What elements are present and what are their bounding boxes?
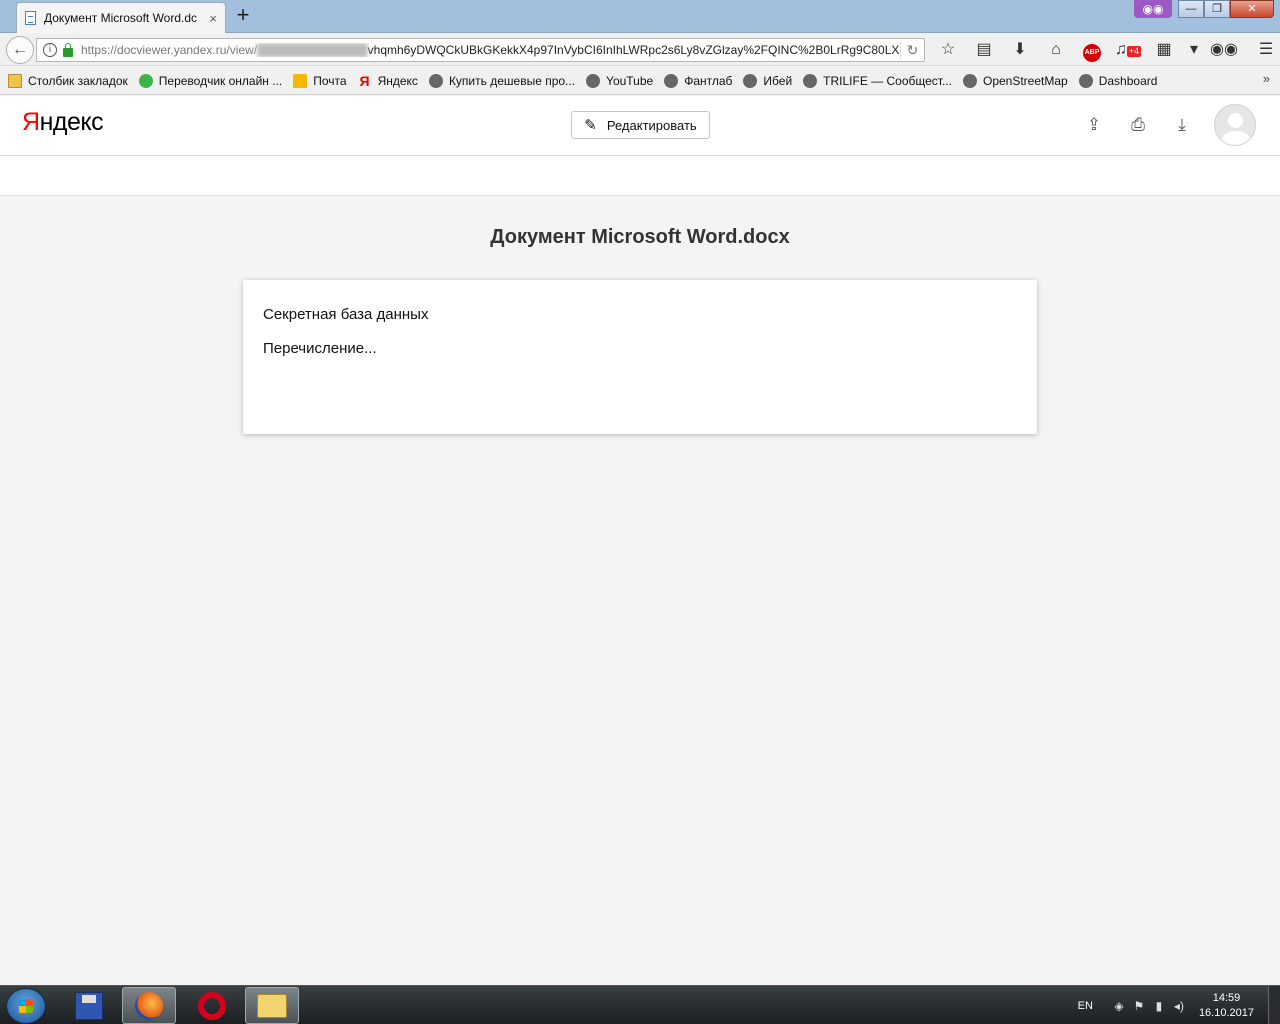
bookmark-item[interactable]: Фантлаб <box>664 73 732 88</box>
globe-icon <box>664 73 679 88</box>
reading-list-icon[interactable]: ▤ <box>966 33 1002 66</box>
globe-icon <box>803 73 818 88</box>
network-signal-icon[interactable]: ▮ <box>1149 999 1169 1013</box>
clock-time: 14:59 <box>1212 991 1241 1004</box>
firefox-icon <box>135 991 163 1020</box>
bookmark-item[interactable]: Ибей <box>743 73 792 88</box>
share-upload-icon[interactable]: ⇪ <box>1072 104 1116 146</box>
bookmark-item[interactable]: Dashboard <box>1078 73 1157 88</box>
reload-icon[interactable]: ↻ <box>900 41 924 59</box>
globe-icon <box>962 73 977 88</box>
bookmark-item[interactable]: Переводчик онлайн ... <box>138 73 282 88</box>
more-bookmarks-chevron-icon[interactable]: » <box>1263 71 1270 86</box>
avatar[interactable] <box>1214 104 1256 146</box>
bookmark-item[interactable]: YouTube <box>586 73 653 88</box>
extension-icon[interactable]: ▦ <box>1146 33 1182 66</box>
globe-icon <box>428 73 443 88</box>
page-header: Яндекс ✎ Редактировать ⇪ ⎙ ⤓ <box>0 96 1280 156</box>
url-bar[interactable]: i https://docviewer.yandex.ru/view/█████… <box>36 38 925 62</box>
windows-taskbar: EN ◈ ⚑ ▮ ◂) 14:59 16.10.2017 <box>0 985 1280 1024</box>
new-tab-button[interactable]: + <box>232 4 254 26</box>
info-icon[interactable]: i <box>43 43 57 57</box>
download-icon[interactable]: ⤓ <box>1160 104 1204 146</box>
document-icon <box>25 11 36 25</box>
folder-icon <box>257 993 287 1018</box>
tab-document[interactable]: Документ Microsoft Word.dc × <box>16 2 226 33</box>
private-browsing-icon: ◉◉ <box>1210 41 1238 58</box>
close-window-button[interactable]: ✕ <box>1230 0 1274 18</box>
document-paragraph: Секретная база данных <box>263 306 429 323</box>
taskbar-app-opera[interactable] <box>185 987 239 1024</box>
notification-badge: +4 <box>1126 46 1142 57</box>
url-text[interactable]: https://docviewer.yandex.ru/view/███████… <box>81 43 900 57</box>
menu-hamburger-icon[interactable]: ☰ <box>1248 33 1280 66</box>
bookmark-item[interactable]: OpenStreetMap <box>962 73 1068 88</box>
adblock-button[interactable]: ABP <box>1074 33 1110 66</box>
header-actions: ⇪ ⎙ ⤓ <box>1072 104 1256 146</box>
bookmark-item[interactable]: Я Яндекс <box>358 74 418 88</box>
lock-icon <box>63 42 73 57</box>
navigation-toolbar: ← i https://docviewer.yandex.ru/view/███… <box>0 33 1280 66</box>
minimize-button[interactable]: — <box>1178 0 1204 18</box>
action-center-flag-icon[interactable]: ⚑ <box>1129 999 1149 1013</box>
bookmark-item[interactable]: Купить дешевые про... <box>428 73 575 88</box>
document-title: Документ Microsoft Word.docx <box>490 226 790 248</box>
document-paragraph: Перечисление... <box>263 340 377 357</box>
folder-icon <box>8 73 22 88</box>
document-page: Секретная база данных Перечисление... <box>243 280 1037 434</box>
globe-icon <box>586 73 601 88</box>
volume-icon[interactable]: ◂) <box>1169 999 1189 1013</box>
clock[interactable]: 14:59 16.10.2017 <box>1199 991 1254 1021</box>
opera-icon <box>198 991 226 1020</box>
tab-close-icon[interactable]: × <box>209 11 217 26</box>
clock-date: 16.10.2017 <box>1198 1006 1254 1019</box>
taskbar-app-explorer[interactable] <box>245 987 299 1024</box>
system-tray: EN ◈ ⚑ ▮ ◂) 14:59 16.10.2017 <box>1078 986 1280 1024</box>
bookmark-star-icon[interactable]: ☆ <box>930 33 966 66</box>
tab-strip: Документ Microsoft Word.dc × + ◉◉ — ❐ ✕ <box>0 0 1280 33</box>
print-icon[interactable]: ⎙ <box>1116 104 1160 146</box>
private-mask-icon: ◉◉ <box>1134 0 1172 18</box>
globe-icon <box>743 73 758 88</box>
tab-title: Документ Microsoft Word.dc <box>44 11 198 25</box>
bookmark-item[interactable]: Почта <box>293 73 347 88</box>
window-controls: ◉◉ — ❐ ✕ <box>1134 0 1274 18</box>
show-desktop-button[interactable] <box>1268 986 1280 1024</box>
sub-toolbar <box>0 156 1280 196</box>
edit-button[interactable]: ✎ Редактировать <box>571 111 710 139</box>
adblock-icon: ABP <box>1083 44 1101 62</box>
yandex-logo[interactable]: Яндекс <box>22 108 104 137</box>
globe-icon <box>1078 73 1093 88</box>
dropdown-chevron-icon[interactable]: ▾ <box>1182 33 1206 66</box>
back-button[interactable]: ← <box>6 36 34 64</box>
start-button[interactable] <box>6 988 46 1024</box>
bookmarks-bar: Столбик закладок Переводчик онлайн ... П… <box>0 67 1280 95</box>
taskbar-app-firefox[interactable] <box>122 987 176 1024</box>
translate-icon <box>138 73 153 88</box>
edit-button-label: Редактировать <box>606 117 697 133</box>
home-icon[interactable]: ⌂ <box>1038 33 1074 66</box>
download-icon[interactable]: ⬇ <box>1002 33 1038 66</box>
pencil-icon: ✎ <box>584 117 597 134</box>
floppy-disk-icon <box>75 991 103 1020</box>
bookmark-item[interactable]: Столбик закладок <box>8 73 128 88</box>
docviewer-page: Яндекс ✎ Редактировать ⇪ ⎙ ⤓ Документ Mi… <box>0 96 1280 985</box>
mail-icon <box>293 73 308 88</box>
restore-button[interactable]: ❐ <box>1204 0 1230 18</box>
yandex-icon: Я <box>359 72 370 89</box>
bookmark-item[interactable]: TRILIFE — Сообщест... <box>803 73 952 88</box>
taskbar-app-save[interactable] <box>62 987 116 1024</box>
tray-app-icon[interactable]: ◈ <box>1109 999 1129 1013</box>
toolbar-icons: ☆ ▤ ⬇ ⌂ ABP ♫ +4 ▦ ▾ ◉◉ ☰ <box>930 33 1280 66</box>
music-extension-button[interactable]: ♫ +4 <box>1110 33 1146 66</box>
language-indicator[interactable]: EN <box>1078 1000 1093 1012</box>
